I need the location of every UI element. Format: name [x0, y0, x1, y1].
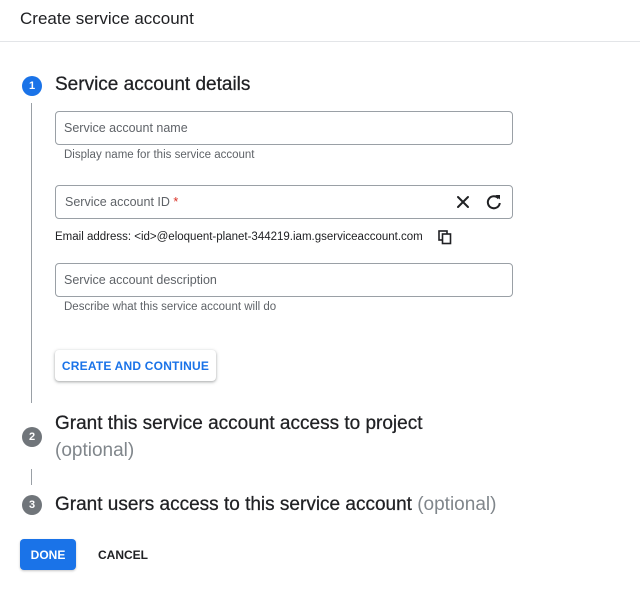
- step-3-title-text: Grant users access to this service accou…: [55, 494, 412, 515]
- step-1-connector-line: [31, 103, 32, 403]
- create-service-account-page: Create service account 1 Service account…: [0, 0, 640, 604]
- step-2-number-badge: 2: [22, 427, 42, 447]
- clear-icon[interactable]: [452, 191, 474, 213]
- step-3-optional-label: (optional): [417, 494, 497, 515]
- step-3-title[interactable]: Grant users access to this service accou…: [55, 494, 497, 516]
- done-button[interactable]: DONE: [20, 539, 76, 570]
- service-account-name-input[interactable]: [64, 112, 444, 144]
- refresh-icon[interactable]: [483, 191, 505, 213]
- service-account-id-placeholder: Service account ID *: [65, 195, 179, 209]
- page-header: Create service account: [0, 0, 640, 42]
- step-2-title[interactable]: Grant this service account access to pro…: [55, 413, 423, 435]
- email-address-text: Email address: <id>@eloquent-planet-3442…: [55, 231, 423, 243]
- service-account-description-input[interactable]: [64, 264, 444, 296]
- service-account-name-hint: Display name for this service account: [64, 149, 255, 161]
- service-account-description-field[interactable]: [55, 263, 513, 297]
- required-marker: *: [173, 195, 179, 209]
- step-1-title: Service account details: [55, 74, 251, 95]
- step-1-number-badge: 1: [22, 76, 42, 96]
- service-account-description-hint: Describe what this service account will …: [64, 301, 277, 313]
- step-2-optional-label: (optional): [55, 440, 135, 461]
- copy-icon[interactable]: [437, 229, 453, 245]
- service-account-id-field[interactable]: Service account ID *: [55, 185, 513, 219]
- page-title: Create service account: [20, 9, 194, 28]
- cancel-button[interactable]: CANCEL: [90, 539, 156, 570]
- step-2-connector-line: [31, 469, 32, 485]
- step-3-number-badge: 3: [22, 495, 42, 515]
- create-and-continue-button[interactable]: CREATE AND CONTINUE: [55, 350, 216, 381]
- service-account-name-field[interactable]: [55, 111, 513, 145]
